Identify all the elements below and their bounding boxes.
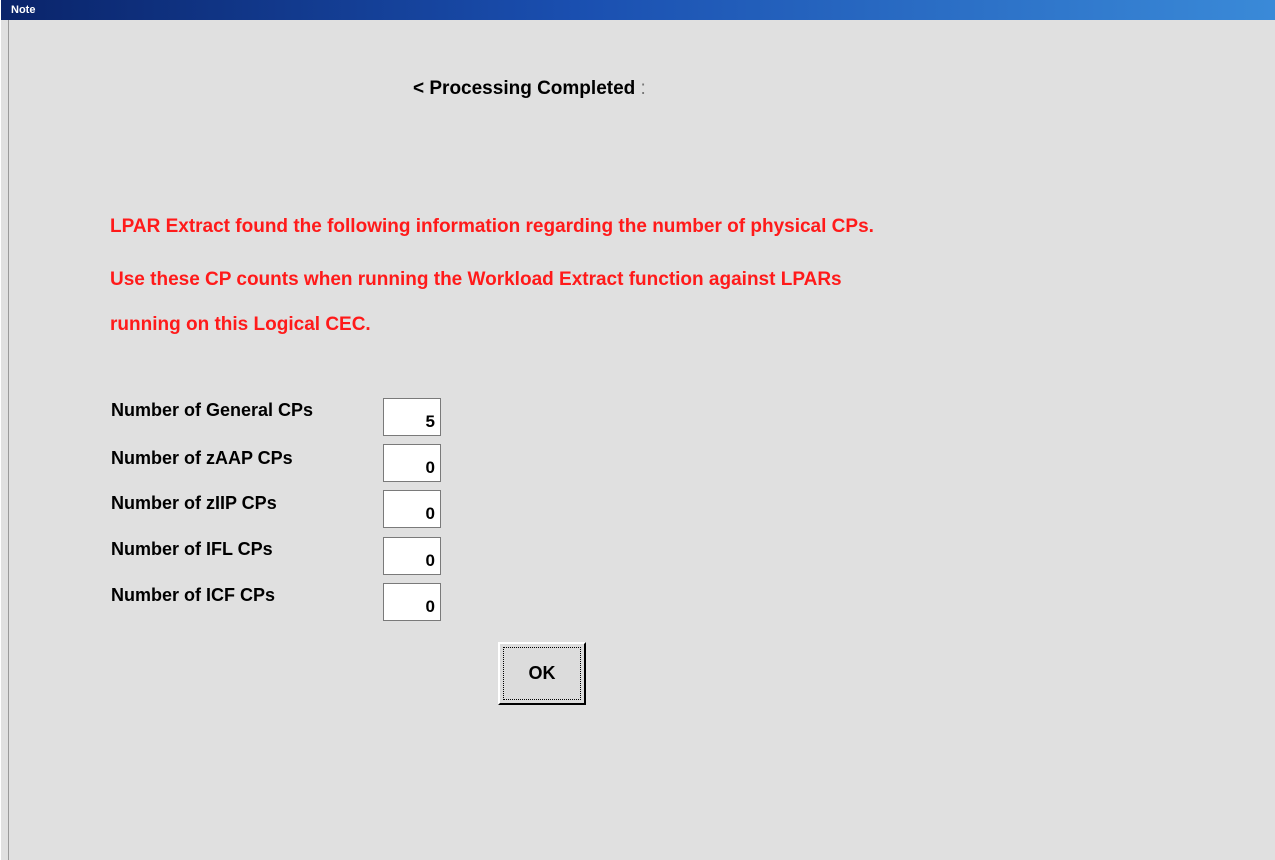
window-title: Note — [11, 4, 36, 16]
ziip-cps-label: Number of zIIP CPs — [111, 493, 277, 513]
zaap-cps-field[interactable]: 0 — [383, 444, 441, 482]
status-heading-text: < Processing Completed — [413, 78, 636, 99]
info-message-line-2: Use these CP counts when running the Wor… — [110, 269, 842, 290]
ok-button-label: OK — [503, 647, 581, 700]
title-bar[interactable]: Note — [1, 0, 1275, 20]
icf-cps-field[interactable]: 0 — [383, 583, 441, 621]
info-message-line-3: running on this Logical CEC. — [110, 314, 371, 335]
ifl-cps-field[interactable]: 0 — [383, 537, 441, 575]
ok-button[interactable]: OK — [498, 642, 586, 705]
general-cps-field[interactable]: 5 — [383, 398, 441, 436]
zaap-cps-label: Number of zAAP CPs — [111, 448, 293, 468]
ifl-cps-label: Number of IFL CPs — [111, 539, 273, 559]
info-message-line-1: LPAR Extract found the following informa… — [110, 216, 874, 237]
status-heading-tail: : — [640, 78, 646, 99]
icf-cps-label: Number of ICF CPs — [111, 585, 276, 605]
general-cps-label: Number of General CPs — [111, 400, 314, 420]
ziip-cps-field[interactable]: 0 — [383, 490, 441, 528]
status-heading: < Processing Completed : — [413, 78, 646, 100]
window-left-border — [1, 20, 9, 860]
note-dialog-window: Note < Processing Completed : LPAR Extra… — [0, 0, 1275, 860]
